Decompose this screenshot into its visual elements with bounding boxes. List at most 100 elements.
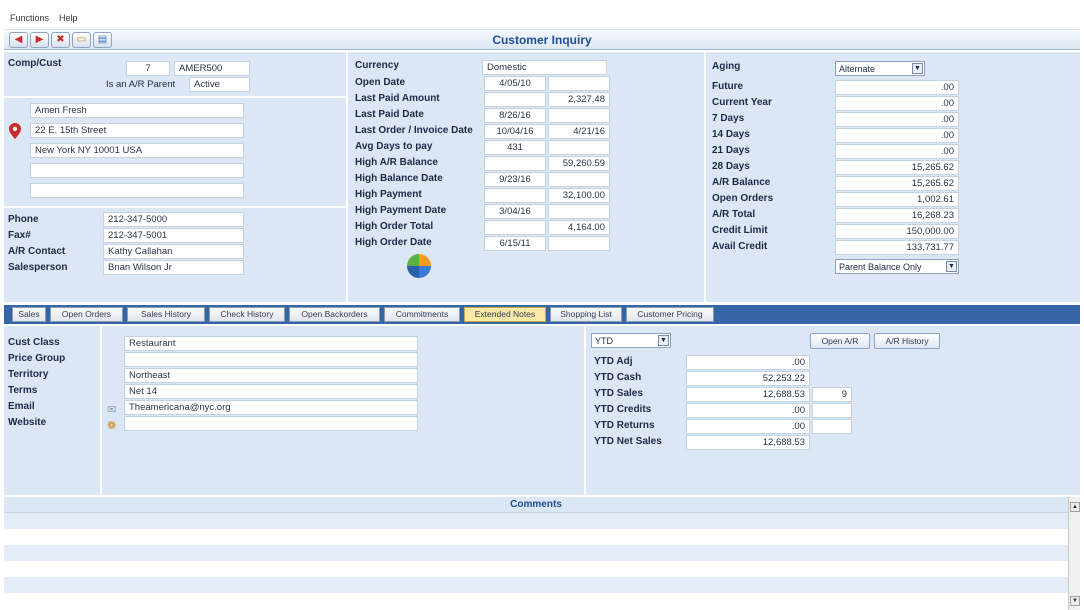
aging-row-label: 28 Days: [712, 161, 750, 172]
aging-row-label: Open Orders: [712, 193, 774, 204]
account-date-field: 6/15/11: [484, 236, 546, 251]
aging-row-label: 7 Days: [712, 113, 745, 124]
status-field: Active: [189, 77, 250, 92]
tab-extended-notes[interactable]: Extended Notes: [464, 307, 546, 322]
account-date-field: [484, 156, 546, 171]
aging-value-field: 16,268.23: [835, 208, 959, 223]
aging-value-field: 15,265.62: [835, 160, 959, 175]
account-date-field: 8/26/16: [484, 108, 546, 123]
scroll-down-icon[interactable]: ▼: [1070, 596, 1080, 606]
aging-row-label: Avail Credit: [712, 241, 768, 252]
ytd-value-field: .00: [686, 419, 810, 434]
company-field[interactable]: 7: [126, 61, 170, 76]
address-line-3[interactable]: New York NY 10001 USA: [30, 143, 244, 158]
toolbar: ◀ ▶ ✖ ▭ ▤ Customer Inquiry: [4, 30, 1080, 50]
account-amount-field: [548, 236, 610, 251]
tab-sales-history[interactable]: Sales History: [127, 307, 205, 322]
account-amount-field: 4,164.00: [548, 220, 610, 235]
fax-label: Fax#: [8, 230, 31, 241]
aging-value-field: .00: [835, 144, 959, 159]
aging-value-field: .00: [835, 112, 959, 127]
detail-row-label: Website: [8, 417, 47, 428]
aging-mode-value: Alternate: [839, 64, 876, 74]
account-date-field: [484, 92, 546, 107]
salesperson-label: Salesperson: [8, 262, 68, 273]
address-line-2[interactable]: 22 E. 15th Street: [30, 123, 244, 138]
comment-row: [4, 577, 1068, 593]
account-row-label: Open Date: [355, 77, 406, 88]
aging-label: Aging: [712, 61, 741, 72]
tab-shopping-list[interactable]: Shopping List: [550, 307, 622, 322]
aging-value-field: 150,000.00: [835, 224, 959, 239]
account-date-field: 431: [484, 140, 546, 155]
scroll-up-icon[interactable]: ▲: [1070, 502, 1080, 512]
ytd-count-field: [812, 419, 852, 434]
detail-row-label: Territory: [8, 369, 49, 380]
salesperson-field[interactable]: Bnan Wilson Jr: [103, 260, 244, 275]
ytd-value-field: 12,688.53: [686, 435, 810, 450]
ar-contact-field[interactable]: Kathy Callahan: [103, 244, 244, 259]
phone-field[interactable]: 212-347-5000: [103, 212, 244, 227]
chevron-down-icon: ▼: [946, 261, 957, 272]
aging-row-label: 14 Days: [712, 129, 750, 140]
account-date-field: 4/05/10: [484, 76, 546, 91]
account-row-label: High Balance Date: [355, 173, 443, 184]
account-row-label: Avg Days to pay: [355, 141, 433, 152]
address-line-1[interactable]: Amen Fresh: [30, 103, 244, 118]
phone-label: Phone: [8, 214, 39, 225]
tab-commitments[interactable]: Commitments: [384, 307, 460, 322]
aging-value-field: .00: [835, 80, 959, 95]
ytd-row-label: YTD Credits: [594, 404, 652, 415]
menu-functions[interactable]: Functions: [10, 13, 49, 23]
ytd-count-field: 9: [812, 387, 852, 402]
account-row-label: High Payment: [355, 189, 422, 200]
email-icon[interactable]: ✉: [107, 403, 116, 416]
aging-row-label: Current Year: [712, 97, 772, 108]
address-line-4[interactable]: [30, 163, 244, 178]
account-amount-field: 2,327.48: [548, 92, 610, 107]
account-amount-field: [548, 172, 610, 187]
menu-bar: Functions Help: [4, 6, 1080, 30]
detail-value-field[interactable]: Northeast: [124, 368, 418, 383]
open-ar-button[interactable]: Open A/R: [810, 333, 870, 349]
ytd-row-label: YTD Net Sales: [594, 436, 662, 447]
aging-row-label: 21 Days: [712, 145, 750, 156]
tab-open-backorders[interactable]: Open Backorders: [289, 307, 380, 322]
account-row-label: Last Paid Amount: [355, 93, 440, 104]
ar-history-button[interactable]: A/R History: [874, 333, 940, 349]
tab-open-orders[interactable]: Open Orders: [50, 307, 123, 322]
pie-chart-icon[interactable]: [406, 253, 432, 279]
ytd-period-value: YTD: [595, 336, 613, 346]
currency-field[interactable]: Domestic: [482, 60, 607, 75]
detail-value-field[interactable]: [124, 416, 418, 431]
ytd-value-field: 12,688.53: [686, 387, 810, 402]
ar-parent-text: Is an A/R Parent: [106, 79, 176, 90]
ytd-row-label: YTD Cash: [594, 372, 642, 383]
account-amount-field: 32,100.00: [548, 188, 610, 203]
balance-mode-value: Parent Balance Only: [839, 262, 922, 272]
ytd-period-select[interactable]: YTD ▼: [591, 333, 671, 348]
balance-mode-select[interactable]: Parent Balance Only ▼: [835, 259, 959, 274]
aging-mode-select[interactable]: Alternate ▼: [835, 61, 925, 76]
map-pin-icon[interactable]: [9, 123, 21, 139]
account-amount-field: [548, 204, 610, 219]
customer-field[interactable]: AMER500: [174, 61, 250, 76]
menu-help[interactable]: Help: [59, 13, 78, 23]
address-line-5[interactable]: [30, 183, 244, 198]
detail-value-field[interactable]: Theamericana@nyc.org: [124, 400, 418, 415]
detail-value-field[interactable]: [124, 352, 418, 367]
account-date-field: 3/04/16: [484, 204, 546, 219]
fax-field[interactable]: 212-347-5001: [103, 228, 244, 243]
detail-value-field[interactable]: Restaurant: [124, 336, 418, 351]
chevron-down-icon: ▼: [658, 335, 669, 346]
aging-row-label: A/R Total: [712, 209, 756, 220]
account-date-field: 9/23/16: [484, 172, 546, 187]
ytd-row-label: YTD Returns: [594, 420, 655, 431]
website-icon[interactable]: ❁: [107, 419, 116, 432]
aging-value-field: .00: [835, 128, 959, 143]
tab-sales[interactable]: Sales: [12, 307, 46, 322]
tab-customer-pricing[interactable]: Customer Pricing: [626, 307, 714, 322]
comments-scrollbar[interactable]: ▲ ▼: [1068, 497, 1080, 610]
detail-value-field[interactable]: Net 14: [124, 384, 418, 399]
tab-check-history[interactable]: Check History: [209, 307, 285, 322]
